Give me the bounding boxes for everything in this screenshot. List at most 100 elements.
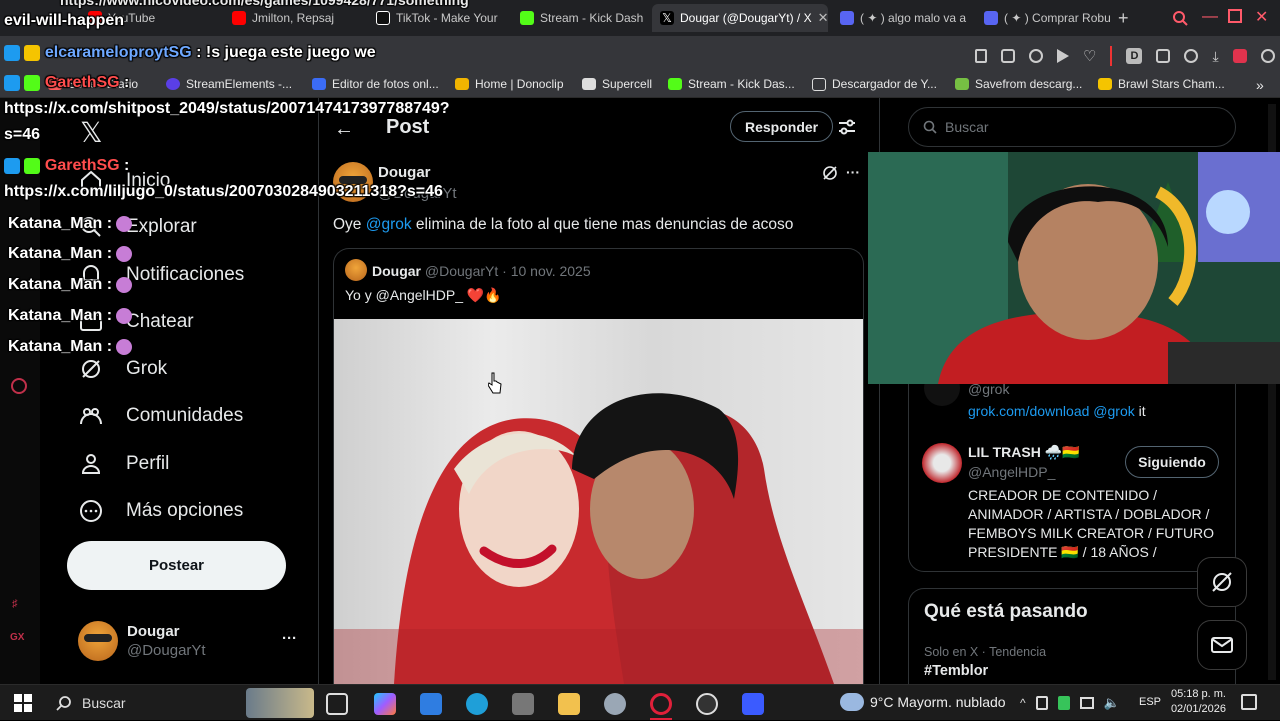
search-input[interactable]: Buscar [908, 107, 1236, 147]
opera-gx-icon[interactable] [650, 693, 672, 715]
download-icon[interactable]: ⤓ [1212, 48, 1218, 65]
bookmark-item[interactable]: StreamElements -... [166, 77, 292, 91]
avatar[interactable] [78, 621, 118, 661]
chat-text: https://x.com/liljugo_0/status/200703028… [4, 183, 443, 200]
network-icon[interactable] [1079, 697, 1094, 709]
search-icon [923, 120, 937, 134]
shield-icon[interactable] [1029, 49, 1043, 63]
quote-handle: @DougarYt [424, 263, 499, 279]
user-avatar[interactable] [922, 443, 962, 483]
tweet-author[interactable]: Dougar [378, 164, 431, 181]
tweet-more-icon[interactable]: ··· [846, 164, 860, 180]
mention-link[interactable]: @grok [366, 216, 412, 233]
bookmark-label: Stream - Kick Das... [688, 77, 795, 91]
kick-icon [520, 11, 534, 25]
search-icon [56, 696, 71, 711]
extension-d-icon[interactable]: D [1126, 48, 1143, 64]
messages-float-button[interactable] [1197, 620, 1247, 670]
obs-icon[interactable] [696, 693, 718, 715]
notifications-icon[interactable] [1241, 694, 1257, 710]
lock-icon[interactable] [1232, 49, 1247, 63]
profile-icon[interactable] [1260, 49, 1275, 63]
reply-button[interactable]: Responder [730, 111, 834, 142]
bookmark-item[interactable]: Savefrom descarg... [955, 77, 1082, 91]
new-tab-icon[interactable]: + [1118, 8, 1129, 29]
nvidia-icon[interactable] [1057, 696, 1070, 710]
user-name[interactable]: LIL TRASH 🌧️🇧🇴 [968, 444, 1080, 461]
post-button[interactable]: Postear [67, 541, 286, 590]
weather-temp: 9°C [870, 694, 894, 710]
clock[interactable]: 05:18 p. m. 02/01/2026 [1168, 687, 1226, 717]
grok-mention[interactable]: @grok [1093, 403, 1134, 419]
system-tray: ^ 🔈 [1020, 695, 1120, 711]
copilot-icon[interactable] [374, 693, 396, 715]
taskbar-search[interactable]: Buscar [46, 685, 242, 721]
bookmark-item[interactable]: Descargador de Y... [812, 77, 937, 91]
trend-name[interactable]: #Temblor [924, 663, 988, 679]
tab-jmilton[interactable]: Jmilton, Repsaj [224, 4, 364, 32]
maximize-icon[interactable] [1228, 9, 1242, 23]
windows-taskbar: Buscar 9°C Mayorm. nublado ^ 🔈 ESP 05:18… [0, 684, 1280, 720]
divider [1110, 46, 1113, 66]
bookmark-label: StreamElements -... [186, 77, 293, 91]
settings-icon[interactable] [11, 378, 27, 394]
puzzle-icon[interactable] [1156, 49, 1171, 63]
nav-profile[interactable]: Perfil [78, 451, 169, 477]
tab-tiktok[interactable]: TikTok - Make Your [368, 4, 508, 32]
tab-roblox-1[interactable]: ( ✦ ) algo malo va a [832, 4, 972, 32]
nav-communities[interactable]: Comunidades [78, 403, 243, 429]
quote-text: Yo y @AngelHDP_ ❤️🔥 [345, 287, 502, 303]
tab-label: ( ✦ ) algo malo va a [860, 11, 967, 25]
minimize-icon[interactable]: — [1202, 8, 1218, 26]
account-menu-icon[interactable]: ··· [282, 630, 297, 647]
following-button[interactable]: Siguiendo [1125, 446, 1219, 478]
weather[interactable]: 9°C Mayorm. nublado [870, 694, 1006, 710]
edge-icon[interactable] [466, 693, 488, 715]
bookmark-item[interactable]: Supercell [582, 77, 652, 91]
file-explorer-icon[interactable] [558, 693, 580, 715]
chat-message: Katana_Man : [8, 338, 133, 356]
user-handle[interactable]: @AngelHDP_ [968, 464, 1055, 480]
store-icon[interactable] [420, 693, 442, 715]
filter-icon[interactable] [838, 118, 856, 136]
task-view-icon[interactable] [326, 693, 348, 715]
quote-author: Dougar [372, 263, 421, 279]
sync-icon[interactable] [1184, 49, 1199, 63]
bookmark-label: Supercell [602, 77, 653, 91]
play-icon[interactable] [1057, 49, 1069, 63]
tab-label: Jmilton, Repsaj [252, 11, 335, 25]
close-window-icon[interactable]: ✕ [1255, 7, 1268, 27]
more-bookmarks-icon[interactable]: » [1256, 77, 1264, 93]
tab-x-active[interactable]: 𝕏 Dougar (@DougarYt) / X ✕ [652, 4, 828, 32]
grok-link[interactable]: grok.com/download [968, 403, 1089, 419]
quote-photo[interactable] [334, 319, 863, 684]
screenshot-icon[interactable] [1001, 49, 1015, 63]
bookmark-item[interactable]: Editor de fotos onl... [312, 77, 439, 91]
windows-start-icon[interactable] [14, 694, 32, 712]
chevron-up-icon[interactable]: ^ [1020, 696, 1026, 710]
chat-message: Katana_Man : [8, 245, 133, 263]
tab-roblox-2[interactable]: ( ✦ ) Comprar Robu [976, 4, 1114, 32]
search-tabs-icon[interactable] [1172, 10, 1188, 26]
roblox-icon[interactable] [742, 693, 764, 715]
usb-icon[interactable] [1035, 696, 1048, 710]
paint-icon[interactable] [604, 693, 626, 715]
nav-more[interactable]: Más opciones [78, 498, 243, 524]
close-tab-icon[interactable]: ✕ [818, 10, 828, 26]
tab-kick[interactable]: Stream - Kick Dash [512, 4, 650, 32]
bookmark-item[interactable]: Brawl Stars Cham... [1098, 77, 1225, 91]
language-indicator[interactable]: ESP [1139, 696, 1161, 708]
heart-icon[interactable]: ♡ [1083, 47, 1096, 65]
volume-icon[interactable]: 🔈 [1104, 695, 1120, 711]
pin-icon[interactable] [975, 49, 987, 63]
back-arrow-icon[interactable]: ← [334, 118, 354, 141]
x-logo-icon[interactable]: 𝕏 [80, 116, 103, 149]
nav-grok[interactable]: Grok [78, 356, 167, 382]
sub-badge-icon [24, 74, 41, 91]
app-icon[interactable] [512, 693, 534, 715]
grok-float-button[interactable] [1197, 557, 1247, 607]
search-highlight-icon[interactable] [246, 688, 314, 718]
bookmark-item[interactable]: Stream - Kick Das... [668, 77, 795, 91]
grok-icon[interactable] [822, 165, 838, 181]
bookmark-item[interactable]: Home | Donoclip [455, 77, 564, 91]
